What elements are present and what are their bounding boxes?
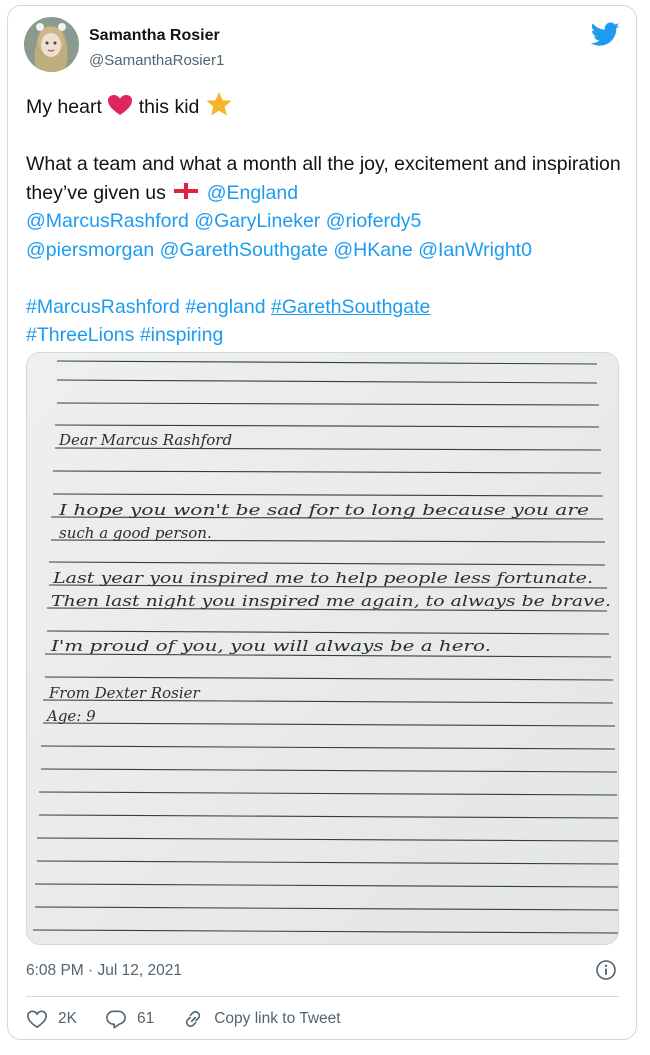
mention-link[interactable]: @piersmorgan bbox=[26, 239, 154, 261]
hashtag-link[interactable]: #ThreeLions bbox=[26, 324, 134, 346]
mention-link[interactable]: @IanWright0 bbox=[418, 239, 532, 261]
letter-line: such a good person. bbox=[59, 524, 212, 542]
letter-line: I'm proud of you, you will always be a h… bbox=[50, 637, 491, 655]
handwritten-letter: Dear Marcus Rashford I hope you won't be… bbox=[27, 353, 618, 944]
tweet-text-segment: My heart bbox=[26, 96, 102, 118]
tweet-text: My heart this kid What a team and what a… bbox=[26, 91, 626, 350]
mention-link[interactable]: @GaryLineker bbox=[194, 210, 320, 232]
divider bbox=[26, 996, 619, 997]
like-count: 2K bbox=[58, 1010, 77, 1027]
like-icon bbox=[27, 1010, 47, 1029]
link-icon bbox=[186, 1010, 201, 1028]
tweet-card: Samantha Rosier @SamanthaRosier1 My hear… bbox=[7, 5, 637, 1040]
reply-button[interactable]: 61 bbox=[105, 1009, 154, 1029]
star-icon bbox=[206, 92, 232, 116]
letter-from: From Dexter Rosier bbox=[48, 684, 201, 702]
letter-line: Last year you inspired me to help people… bbox=[52, 569, 593, 587]
info-icon[interactable] bbox=[595, 959, 617, 981]
copy-link-label: Copy link to Tweet bbox=[214, 1010, 341, 1027]
tweet-text-segment: What a team and what a month all the joy… bbox=[26, 153, 621, 204]
reply-icon bbox=[106, 1010, 126, 1029]
reply-count: 61 bbox=[136, 1010, 155, 1027]
avatar[interactable] bbox=[24, 17, 79, 72]
like-button[interactable]: 2K bbox=[26, 1009, 77, 1029]
display-name[interactable]: Samantha Rosier bbox=[89, 27, 220, 45]
twitter-bird-icon[interactable] bbox=[591, 22, 620, 47]
tweet-text-segment: this kid bbox=[138, 96, 200, 118]
hashtag-link[interactable]: #MarcusRashford bbox=[26, 296, 180, 318]
mention-link[interactable]: @GarethSouthgate bbox=[160, 239, 328, 261]
letter-line: Then last night you inspired me again, t… bbox=[51, 592, 611, 610]
hashtag-link[interactable]: #GarethSouthgate bbox=[271, 296, 430, 318]
letter-salutation: Dear Marcus Rashford bbox=[58, 431, 232, 449]
copy-link-button[interactable]: Copy link to Tweet bbox=[182, 1009, 341, 1029]
mention-link[interactable]: @rioferdy5 bbox=[326, 210, 422, 232]
hashtag-link[interactable]: #inspiring bbox=[140, 324, 223, 346]
letter-line: I hope you won't be sad for to long beca… bbox=[58, 501, 590, 519]
action-bar: 2K 61 Copy link to Tweet bbox=[26, 1007, 369, 1031]
author-handle[interactable]: @SamanthaRosier1 bbox=[89, 52, 224, 69]
mention-link[interactable]: @HKane bbox=[333, 239, 412, 261]
england-flag-icon bbox=[174, 182, 199, 199]
mention-link[interactable]: @MarcusRashford bbox=[26, 210, 189, 232]
hashtag-link[interactable]: #england bbox=[185, 296, 265, 318]
letter-age: Age: 9 bbox=[45, 707, 96, 725]
timestamp[interactable]: 6:08 PM · Jul 12, 2021 bbox=[26, 962, 182, 980]
mention-link[interactable]: @England bbox=[207, 182, 298, 204]
letter-photo[interactable]: Dear Marcus Rashford I hope you won't be… bbox=[26, 352, 619, 945]
red-heart-icon bbox=[108, 95, 133, 115]
